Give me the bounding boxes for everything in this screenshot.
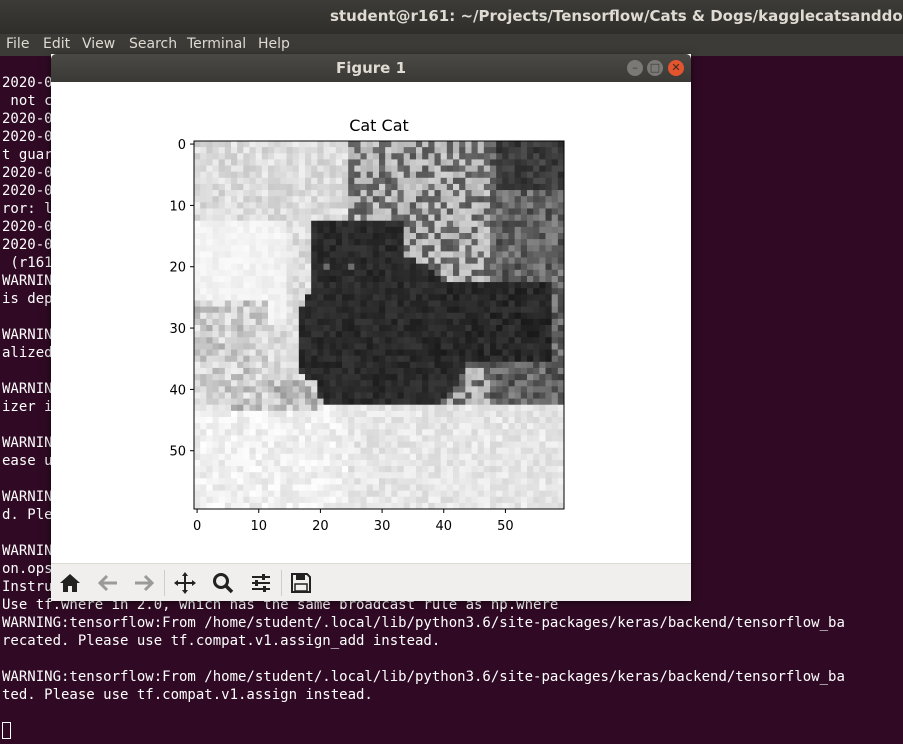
- y-axis: 0 10 20 30 40 50: [169, 138, 194, 460]
- terminal-line: WARNING:tensorflow:From /home/student/.l…: [2, 669, 845, 685]
- menu-help[interactable]: Help: [258, 36, 290, 52]
- x-tick-label: 30: [374, 519, 391, 534]
- figure-title: Figure 1: [335, 59, 407, 77]
- menu-search[interactable]: Search: [129, 36, 177, 52]
- maximize-icon[interactable]: □: [647, 60, 663, 76]
- menu-view[interactable]: View: [82, 36, 115, 52]
- y-tick-label: 10: [169, 199, 186, 214]
- terminal-line: ted. Please use tf.compat.v1.assign inst…: [2, 687, 373, 703]
- terminal-line: recated. Please use tf.compat.v1.assign_…: [2, 633, 441, 649]
- terminal-line: izer i: [2, 399, 53, 415]
- close-icon[interactable]: ✕: [668, 60, 684, 76]
- terminal-line: ease u: [2, 453, 53, 469]
- x-tick-label: 50: [497, 519, 514, 534]
- terminal-line: not c: [2, 93, 53, 109]
- plot-area[interactable]: Cat Cat 0 10 20 30 40 50 0 10 20 30 40 50: [51, 82, 691, 563]
- menu-terminal[interactable]: Terminal: [187, 36, 246, 52]
- toolbar-separator: [164, 570, 165, 596]
- terminal-line: t guar: [2, 147, 53, 163]
- terminal-title: student@r161: ~/Projects/Tensorflow/Cats…: [330, 7, 903, 25]
- save-icon[interactable]: [288, 570, 314, 596]
- plot-title: Cat Cat: [349, 116, 409, 135]
- y-tick-label: 20: [169, 261, 186, 276]
- figure-toolbar: [51, 563, 691, 601]
- cat-image: [194, 141, 565, 510]
- minimize-icon[interactable]: –: [627, 60, 643, 76]
- toolbar-separator: [281, 570, 282, 596]
- back-icon[interactable]: [95, 570, 121, 596]
- plot-svg: Cat Cat 0 10 20 30 40 50 0 10 20 30 40 50: [169, 116, 565, 534]
- terminal-cursor: [2, 722, 11, 739]
- figure-window: Figure 1 – □ ✕ Cat Cat 0 10 20 30 40 50 0 10 20…: [51, 54, 691, 601]
- x-tick-label: 40: [435, 519, 452, 534]
- terminal-line: on.ops: [2, 561, 53, 577]
- forward-icon[interactable]: [131, 570, 157, 596]
- terminal-line: d. Ple: [2, 507, 53, 523]
- terminal-line: is dep: [2, 291, 53, 307]
- terminal-titlebar: student@r161: ~/Projects/Tensorflow/Cats…: [0, 0, 903, 34]
- y-tick-label: 40: [169, 383, 186, 398]
- y-tick-label: 30: [169, 322, 186, 337]
- terminal-line: Instru: [2, 579, 53, 595]
- home-icon[interactable]: [57, 570, 83, 596]
- terminal-menubar: File Edit View Search Terminal Help: [0, 34, 903, 56]
- y-tick-label: 0: [178, 138, 186, 153]
- y-tick-label: 50: [169, 445, 186, 460]
- terminal-line: (r161: [2, 255, 53, 271]
- terminal-line: WARNING:tensorflow:From /home/student/.l…: [2, 615, 845, 631]
- menu-file[interactable]: File: [6, 36, 29, 52]
- figure-titlebar[interactable]: Figure 1 – □ ✕: [51, 54, 691, 82]
- menu-edit[interactable]: Edit: [43, 36, 70, 52]
- x-tick-label: 20: [312, 519, 329, 534]
- configure-icon[interactable]: [248, 570, 274, 596]
- terminal-line: ror: l: [2, 201, 53, 217]
- pan-icon[interactable]: [172, 570, 198, 596]
- x-tick-label: 0: [193, 519, 201, 534]
- zoom-icon[interactable]: [210, 570, 236, 596]
- x-tick-label: 10: [250, 519, 267, 534]
- x-axis: 0 10 20 30 40 50: [193, 509, 514, 534]
